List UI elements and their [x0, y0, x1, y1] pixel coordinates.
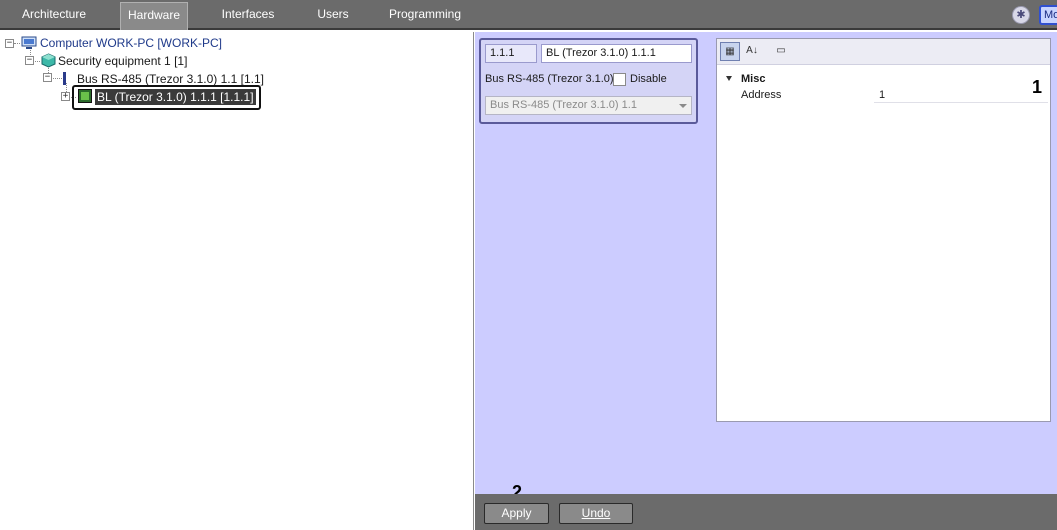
computer-icon [21, 36, 37, 53]
apply-button[interactable]: Apply [484, 503, 549, 524]
property-value-address-box[interactable] [874, 87, 1048, 103]
categorized-view-icon[interactable]: ▦ [720, 42, 740, 61]
undo-button[interactable]: Undo [559, 503, 633, 524]
undo-button-label: Undo [581, 506, 611, 520]
alphabetical-sort-icon[interactable]: A↓ [742, 42, 762, 61]
chevron-down-icon [679, 104, 687, 108]
property-category-misc: Misc [741, 73, 766, 85]
tab-interfaces[interactable]: Interfaces [212, 0, 284, 30]
top-tab-bar: Architecture Hardware Interfaces Users P… [0, 0, 1057, 30]
bus-icon [63, 72, 67, 88]
tree-node-computer[interactable]: Computer WORK-PC [WORK-PC] [40, 36, 222, 50]
device-settings-panel: 1.1.1 BL (Trezor 3.1.0) 1.1.1 Bus RS-485… [475, 32, 1057, 502]
tab-hardware[interactable]: Hardware [120, 2, 188, 30]
expand-bus-toggle[interactable]: − [43, 73, 52, 82]
property-name-address: Address [741, 89, 782, 101]
expand-security-toggle[interactable]: − [25, 56, 34, 65]
parent-bus-select[interactable]: Bus RS-485 (Trezor 3.1.0) 1.1 [485, 96, 692, 115]
tree-node-security-equipment[interactable]: Security equipment 1 [1] [58, 54, 187, 68]
disable-checkbox[interactable] [613, 73, 626, 86]
tab-users[interactable]: Users [306, 0, 360, 30]
tree-node-device-selected[interactable]: BL (Trezor 3.1.0) 1.1.1 [1.1.1] [95, 89, 256, 105]
collapse-category-icon[interactable] [726, 76, 732, 81]
disable-label: Disable [630, 73, 667, 85]
expand-computer-toggle[interactable]: − [5, 39, 14, 48]
tree-node-bus[interactable]: Bus RS-485 (Trezor 3.1.0) 1.1 [1.1] [77, 72, 264, 86]
property-grid: ▦ A↓ ▭ Misc Address 1 [716, 38, 1051, 422]
tab-programming[interactable]: Programming [384, 0, 466, 30]
gear-icon[interactable]: ✱ [1012, 6, 1030, 24]
bottom-action-bar: Apply Undo [475, 494, 1057, 530]
property-value-address[interactable]: 1 [879, 89, 885, 101]
callout-number-one: 1 [1032, 77, 1043, 97]
property-grid-toolbar: ▦ A↓ ▭ [717, 39, 1050, 65]
tab-architecture[interactable]: Architecture [10, 0, 98, 30]
parent-bus-label: Bus RS-485 (Trezor 3.1.0) [485, 73, 614, 85]
expand-device-toggle[interactable]: + [61, 92, 70, 101]
security-equipment-icon [41, 53, 56, 71]
parent-bus-select-value: Bus RS-485 (Trezor 3.1.0) 1.1 [490, 99, 637, 111]
device-address-field[interactable]: 1.1.1 [485, 44, 537, 63]
device-name-field[interactable]: BL (Trezor 3.1.0) 1.1.1 [541, 44, 692, 63]
monitor-button[interactable]: Mo [1039, 5, 1057, 25]
device-card: 1.1.1 BL (Trezor 3.1.0) 1.1.1 Bus RS-485… [479, 38, 698, 124]
property-pages-icon[interactable]: ▭ [771, 42, 791, 61]
